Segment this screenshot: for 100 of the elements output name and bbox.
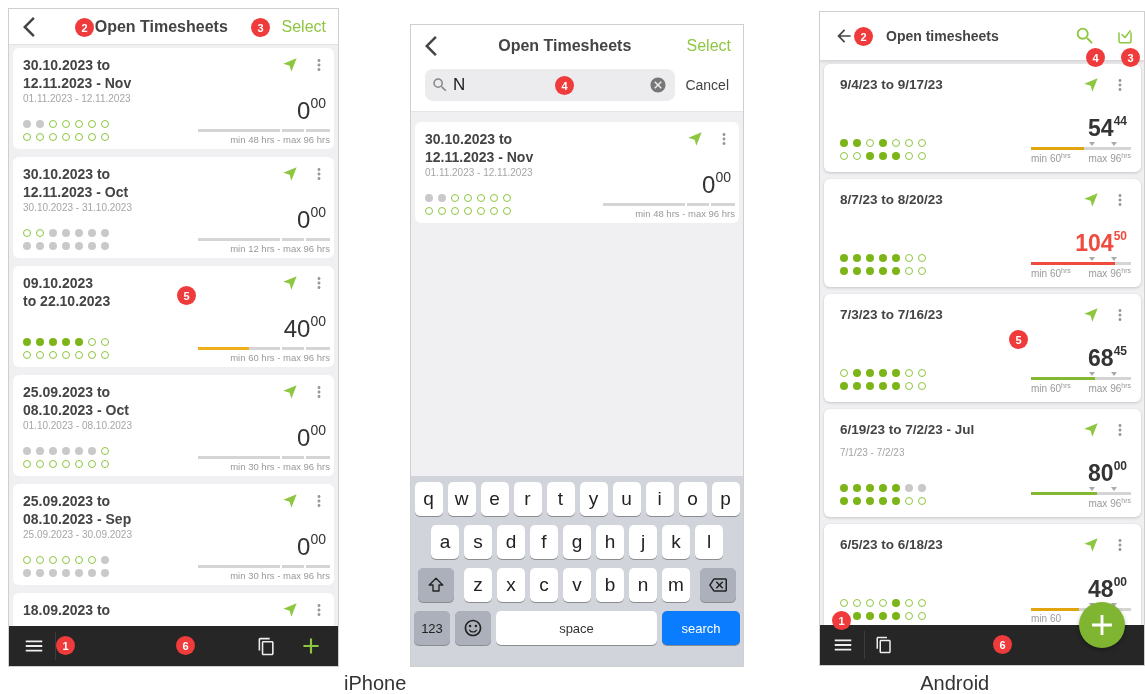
search-key[interactable]: search xyxy=(662,611,740,645)
hours-total: 48$^{00}$ xyxy=(1088,574,1127,602)
hours-limit: max 96$^{hrs}$ xyxy=(1088,381,1131,394)
timesheet-card[interactable]: 9/4/23 to 9/17/23 54$^{44}$ min 60$^{hrs}$ max 96$^{hrs}$ xyxy=(824,64,1141,172)
keyboard-key[interactable]: l xyxy=(695,525,723,559)
keyboard-key[interactable]: b xyxy=(596,568,624,602)
period-title: 9/4/23 to 9/17/23 xyxy=(840,76,943,94)
keyboard-key[interactable]: q xyxy=(414,482,443,516)
send-icon[interactable] xyxy=(1083,307,1099,323)
cancel-button[interactable]: Cancel xyxy=(685,77,729,93)
keyboard-key[interactable]: v xyxy=(563,568,591,602)
hours-total: 0$^{00}$ xyxy=(702,168,731,198)
keyboard-key[interactable]: d xyxy=(497,525,525,559)
keyboard-key[interactable]: w xyxy=(447,482,476,516)
screen-title: Open timesheets xyxy=(886,28,999,44)
hours-limit: min 60$^{hrs}$ xyxy=(1031,266,1071,279)
send-icon[interactable] xyxy=(282,602,298,618)
clear-icon[interactable] xyxy=(649,76,668,94)
search-icon xyxy=(431,76,449,94)
timesheet-card[interactable]: 7/3/23 to 7/16/23 68$^{45}$ min 60$^{hrs}$ max 96$^{hrs}$ 5 xyxy=(824,294,1141,402)
hours-limit: min 48 hrs - max 96 hrs xyxy=(635,208,735,219)
timesheet-card[interactable]: 25.09.2023 to 08.10.2023 - Sep 25.09.2023 - 30.09.2023 0$^{00}$ min 30 hrs - max 96 hrs xyxy=(13,484,334,585)
timesheet-card[interactable]: 25.09.2023 to 08.10.2023 - Oct 01.10.2023 - 08.10.2023 0$^{00}$ min 30 hrs - max 96 hrs xyxy=(13,375,334,476)
hours-limit: min 60 hrs - max 96 hrs xyxy=(230,352,330,363)
space-key[interactable]: space xyxy=(496,611,657,645)
hours-total: 40$^{00}$ xyxy=(283,312,326,342)
send-icon[interactable] xyxy=(282,275,298,291)
keyboard-key[interactable]: o xyxy=(678,482,707,516)
checkbox-icon[interactable] xyxy=(1116,27,1134,45)
callout-marker: 5 xyxy=(1009,330,1028,349)
timesheet-card[interactable]: 30.10.2023 to 12.11.2023 - Nov 01.11.2023 - 12.11.2023 0$^{00}$ min 48 hrs - max 96 hrs xyxy=(13,48,334,149)
emoji-key[interactable] xyxy=(455,611,491,645)
send-icon[interactable] xyxy=(687,131,703,147)
delete-key[interactable] xyxy=(700,568,736,602)
date-range: 01.11.2023 - 12.11.2023 xyxy=(425,167,534,178)
period-title: 12.11.2023 - Oct xyxy=(23,183,129,201)
period-title: 09.10.2023 xyxy=(23,274,94,292)
shift-icon xyxy=(427,576,445,594)
keyboard-key[interactable]: u xyxy=(612,482,641,516)
timesheet-card[interactable]: 6/19/23 to 7/2/23 - Jul 7/1/23 - 7/2/23 80$^{00}$ max 96$^{hrs}$ xyxy=(824,409,1141,517)
platform-caption: Android xyxy=(920,671,990,694)
keyboard-key[interactable]: h xyxy=(596,525,624,559)
timesheet-card[interactable]: 30.10.2023 to 12.11.2023 - Oct 30.10.2023 - 31.10.2023 0$^{00}$ min 12 hrs - max 96 hrs xyxy=(13,157,334,258)
keyboard-key[interactable]: a xyxy=(431,525,459,559)
copy-icon[interactable] xyxy=(875,636,893,654)
send-icon[interactable] xyxy=(1083,537,1099,553)
period-title: 08.10.2023 - Oct xyxy=(23,401,129,419)
keyboard-key[interactable]: y xyxy=(579,482,608,516)
keyboard-key[interactable]: c xyxy=(530,568,558,602)
keyboard-key[interactable]: z xyxy=(464,568,492,602)
keyboard-key[interactable]: r xyxy=(513,482,542,516)
callout-marker: 5 xyxy=(177,286,196,305)
callout-marker: 2 xyxy=(854,27,873,46)
hours-limit: min 30 hrs - max 96 hrs xyxy=(230,461,330,472)
keyboard-key[interactable]: g xyxy=(563,525,591,559)
send-icon[interactable] xyxy=(282,493,298,509)
period-title: 6/19/23 to 7/2/23 - Jul xyxy=(840,421,975,439)
send-icon[interactable] xyxy=(282,384,298,400)
keyboard-key[interactable]: m xyxy=(662,568,690,602)
hours-limit: min 12 hrs - max 96 hrs xyxy=(230,243,330,254)
keyboard-key[interactable]: n xyxy=(629,568,657,602)
search-icon[interactable] xyxy=(1074,25,1096,47)
hours-limit: min 48 hrs - max 96 hrs xyxy=(230,134,330,145)
keyboard-key[interactable]: 123 xyxy=(414,611,450,645)
keyboard-key[interactable]: i xyxy=(645,482,674,516)
keyboard-key[interactable]: e xyxy=(480,482,509,516)
date-range: 25.09.2023 - 30.09.2023 xyxy=(23,529,133,540)
keyboard-key[interactable]: t xyxy=(546,482,575,516)
keyboard-key[interactable]: f xyxy=(530,525,558,559)
hours-limit: min 60$^{hrs}$ xyxy=(1031,151,1071,164)
hours-limit: max 96$^{hrs}$ xyxy=(1088,266,1131,279)
timesheet-card[interactable]: 30.10.2023 to 12.11.2023 - Nov 01.11.2023 - 12.11.2023 0$^{00}$ min 48 hrs - max 96 hrs xyxy=(415,122,739,223)
callout-marker: 4 xyxy=(1086,48,1105,67)
screen-title: Open Timesheets xyxy=(498,37,632,55)
send-icon[interactable] xyxy=(1083,77,1099,93)
send-icon[interactable] xyxy=(1083,422,1099,438)
send-icon[interactable] xyxy=(1083,192,1099,208)
period-title: 30.10.2023 to xyxy=(23,165,111,183)
copy-icon[interactable] xyxy=(257,636,276,656)
date-range: 30.10.2023 - 31.10.2023 xyxy=(23,202,133,213)
send-icon[interactable] xyxy=(282,166,298,182)
keyboard-key[interactable]: x xyxy=(497,568,525,602)
callout-marker: 6 xyxy=(176,636,195,655)
timesheet-card[interactable]: 18.09.2023 to xyxy=(13,593,334,626)
send-icon[interactable] xyxy=(282,57,298,73)
period-title: 8/7/23 to 8/20/23 xyxy=(840,191,943,209)
date-range: 7/1/23 - 7/2/23 xyxy=(840,447,906,458)
period-title: 12.11.2023 - Nov xyxy=(425,148,534,166)
timesheet-card[interactable]: 8/7/23 to 8/20/23 104$^{50}$ min 60$^{hrs}$ max 96$^{hrs}$ xyxy=(824,179,1141,287)
keyboard-key[interactable]: j xyxy=(629,525,657,559)
backspace-icon xyxy=(709,576,727,594)
keyboard-key[interactable]: s xyxy=(464,525,492,559)
hours-limit: max 96$^{hrs}$ xyxy=(1088,151,1131,164)
shift-key[interactable] xyxy=(418,568,454,602)
period-title: 08.10.2023 - Sep xyxy=(23,510,132,528)
keyboard-key[interactable]: k xyxy=(662,525,690,559)
date-range: 01.10.2023 - 08.10.2023 xyxy=(23,420,133,431)
keyboard-key[interactable]: p xyxy=(711,482,740,516)
timesheet-card[interactable]: 09.10.2023 to 22.10.2023 40$^{00}$ min 60 hrs - max 96 hrs 5 xyxy=(13,266,334,367)
platform-caption: iPhone xyxy=(344,671,407,694)
